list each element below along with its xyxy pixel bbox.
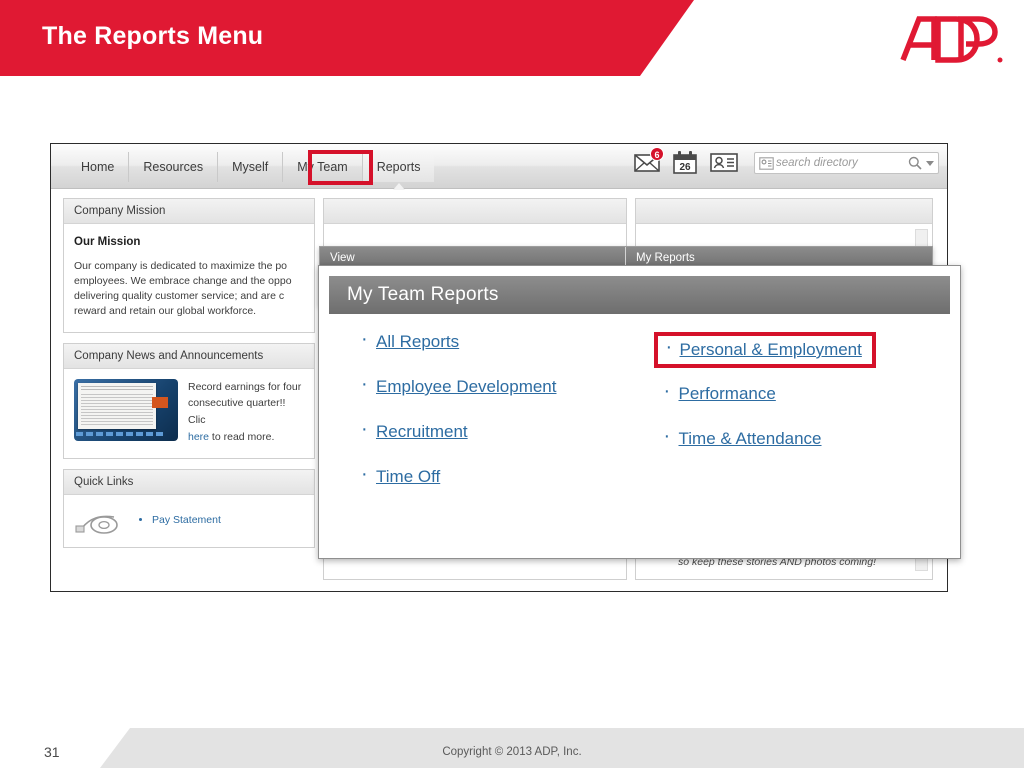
panel-header: Company News and Announcements: [64, 343, 314, 369]
nav-tab-resources[interactable]: Resources: [129, 152, 219, 182]
nav-tab-reports[interactable]: Reports: [362, 152, 435, 190]
company-news-panel: Company News and Announcements Record ea…: [63, 342, 315, 459]
news-line-2: consecutive quarter!! Clic: [188, 397, 286, 427]
panel-header: Quick Links: [64, 469, 314, 495]
chevron-down-icon[interactable]: [926, 160, 934, 166]
popup-link-all-reports[interactable]: All Reports: [359, 328, 459, 352]
panel-header: [324, 199, 626, 224]
slide-root: The Reports Menu Home Resources Myself M…: [0, 0, 1024, 768]
primary-navigation: Home Resources Myself My Team Reports: [67, 152, 435, 190]
nav-tab-myself[interactable]: Myself: [218, 152, 284, 182]
mission-subheading: Our Mission: [74, 236, 141, 248]
mission-line-1: Our company is dedicated to maximize the…: [74, 259, 288, 272]
mission-line-4: reward and retain our global workforce.: [74, 305, 257, 318]
panel-body: Pay Statement: [64, 495, 314, 547]
nav-tab-label: Home: [81, 160, 115, 174]
popup-link-time-and-attendance[interactable]: Time & Attendance: [662, 425, 822, 449]
popup-link-performance[interactable]: Performance: [662, 380, 776, 404]
envelope-icon[interactable]: 6: [634, 147, 664, 175]
popup-links-grid: All Reports Employee Development Recruit…: [319, 314, 960, 512]
nav-tab-label: Reports: [376, 160, 421, 174]
portal-navbar: Home Resources Myself My Team Reports 6 …: [51, 144, 947, 190]
popup-column-right: Personal & Employment Performance Time &…: [640, 332, 961, 512]
mission-line-2: employees. We embrace change and the opp…: [74, 274, 292, 287]
popup-column-left: All Reports Employee Development Recruit…: [319, 328, 640, 512]
quick-links-list: Pay Statement: [138, 513, 221, 531]
panel-body: Record earnings for four consecutive qua…: [64, 369, 314, 458]
nav-tab-label: Resources: [143, 160, 204, 174]
adp-logo: [886, 8, 1006, 70]
popup-link-recruitment[interactable]: Recruitment: [359, 418, 468, 442]
news-text: Record earnings for four consecutive qua…: [188, 379, 304, 446]
popup-link-personal-and-employment[interactable]: Personal & Employment: [653, 332, 876, 368]
panel-header: Company Mission: [64, 199, 314, 224]
news-read-more-link[interactable]: here: [188, 431, 209, 443]
news-line-3-tail: to read more.: [209, 430, 275, 443]
unread-mail-badge: 6: [650, 147, 664, 161]
search-directory-box[interactable]: [754, 152, 939, 174]
money-icon: [74, 509, 130, 535]
my-team-reports-popup: My Team Reports All Reports Employee Dev…: [318, 265, 961, 559]
page-title: The Reports Menu: [42, 22, 264, 50]
panel-body: Our Mission Our company is dedicated to …: [64, 224, 314, 332]
nav-tab-label: Myself: [232, 160, 269, 174]
news-line-1: Record earnings for four: [188, 380, 302, 393]
popup-link-time-off[interactable]: Time Off: [359, 463, 440, 487]
newsletter-thumbnail-icon: [74, 378, 178, 441]
search-icon[interactable]: [908, 156, 922, 170]
contact-card-icon[interactable]: [710, 151, 738, 175]
quick-links-panel: Quick Links • Pay Statement: [63, 468, 315, 548]
nav-tab-my-team[interactable]: My Team: [283, 152, 363, 182]
popup-title: My Team Reports: [347, 284, 499, 305]
copyright-text: Copyright © 2013 ADP, Inc.: [442, 746, 582, 758]
company-mission-panel: Company Mission Our Mission Our company …: [63, 198, 315, 333]
search-input[interactable]: [774, 156, 908, 170]
mission-line-3: delivering quality customer service; and…: [74, 290, 285, 303]
quick-link-item[interactable]: Pay Statement: [152, 513, 221, 528]
calendar-day-number: 26: [679, 162, 691, 173]
nav-tab-label: My Team: [297, 160, 348, 174]
left-column: Company Mission Our Mission Our company …: [63, 198, 315, 558]
nav-tab-home[interactable]: Home: [67, 152, 130, 182]
panel-header: [636, 199, 932, 224]
toolbar-icons: 6 26: [634, 147, 939, 175]
id-card-icon: [759, 156, 774, 170]
popup-header: My Team Reports: [329, 276, 950, 314]
active-tab-caret-icon: [392, 183, 405, 190]
calendar-icon[interactable]: 26: [672, 151, 700, 175]
popup-link-employee-development[interactable]: Employee Development: [359, 373, 556, 397]
